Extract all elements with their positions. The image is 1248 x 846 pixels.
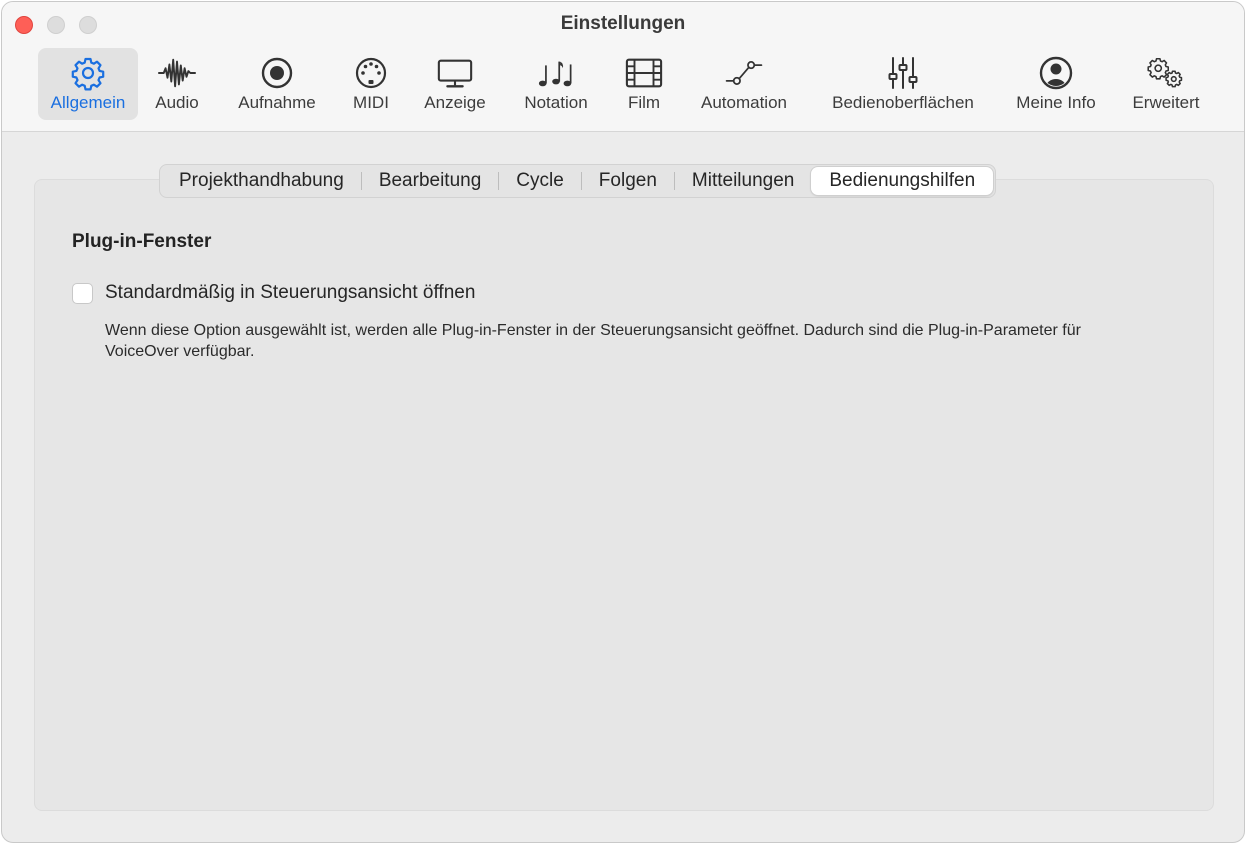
- display-icon: [436, 55, 474, 91]
- tab-cycle[interactable]: Cycle: [499, 167, 581, 195]
- open-in-controls-view-checkbox[interactable]: [72, 283, 93, 304]
- record-icon: [258, 55, 296, 91]
- tab-projekthandhabung[interactable]: Projekthandhabung: [162, 167, 361, 195]
- section-title: Plug-in-Fenster: [72, 231, 212, 252]
- toolbar-item-film[interactable]: Film: [614, 48, 674, 120]
- option-description: Wenn diese Option ausgewählt ist, werden…: [105, 322, 1081, 360]
- tab-bedienungshilfen[interactable]: Bedienungshilfen: [811, 167, 994, 195]
- window-title: Einstellungen: [560, 13, 686, 34]
- toolbar-label: Erweitert: [1132, 93, 1200, 112]
- toolbar-label: Film: [627, 93, 661, 112]
- film-icon: [625, 55, 663, 91]
- toolbar-item-audio[interactable]: Audio: [144, 48, 210, 120]
- settings-panel: [34, 179, 1214, 811]
- tab-folgen[interactable]: Folgen: [582, 167, 674, 195]
- toolbar-item-meine-info[interactable]: Meine Info: [1004, 48, 1108, 120]
- toolbar-item-notation[interactable]: Notation: [510, 48, 602, 120]
- gear-icon: [69, 55, 107, 91]
- toolbar-label: Notation: [524, 93, 588, 112]
- person-icon: [1037, 55, 1075, 91]
- toolbar-label: Aufnahme: [238, 93, 316, 112]
- tab-bearbeitung[interactable]: Bearbeitung: [362, 167, 498, 195]
- titlebar: Einstellungen Allgemein Audio Aufnahme M…: [2, 2, 1244, 132]
- checkbox-label[interactable]: Standardmäßig in Steuerungsansicht öffne…: [105, 282, 475, 304]
- tab-bar: Projekthandhabung Bearbeitung Cycle Folg…: [159, 164, 997, 198]
- toolbar-item-anzeige[interactable]: Anzeige: [412, 48, 498, 120]
- toolbar-item-aufnahme[interactable]: Aufnahme: [224, 48, 330, 120]
- toolbar-item-allgemein[interactable]: Allgemein: [38, 48, 138, 120]
- toolbar-label: Automation: [701, 93, 787, 112]
- music-notes-icon: [537, 55, 575, 91]
- midi-port-icon: [352, 55, 390, 91]
- waveform-icon: [158, 55, 196, 91]
- gears-icon: [1147, 55, 1185, 91]
- toolbar-label: Audio: [155, 93, 199, 112]
- toolbar-label: Bedienoberflächen: [832, 93, 974, 112]
- toolbar-label: Anzeige: [424, 93, 486, 112]
- sliders-icon: [884, 55, 922, 91]
- preferences-window: Einstellungen Allgemein Audio Aufnahme M…: [1, 1, 1245, 843]
- toolbar-item-bedienoberflaechen[interactable]: Bedienoberflächen: [814, 48, 992, 120]
- toolbar-item-automation[interactable]: Automation: [688, 48, 800, 120]
- toolbar-item-erweitert[interactable]: Erweitert: [1120, 48, 1212, 120]
- toolbar-item-midi[interactable]: MIDI: [340, 48, 402, 120]
- toolbar-label: MIDI: [353, 93, 389, 112]
- tab-mitteilungen[interactable]: Mitteilungen: [675, 167, 811, 195]
- toolbar-label: Meine Info: [1016, 93, 1096, 112]
- toolbar-label: Allgemein: [50, 93, 126, 112]
- automation-curve-icon: [725, 55, 763, 91]
